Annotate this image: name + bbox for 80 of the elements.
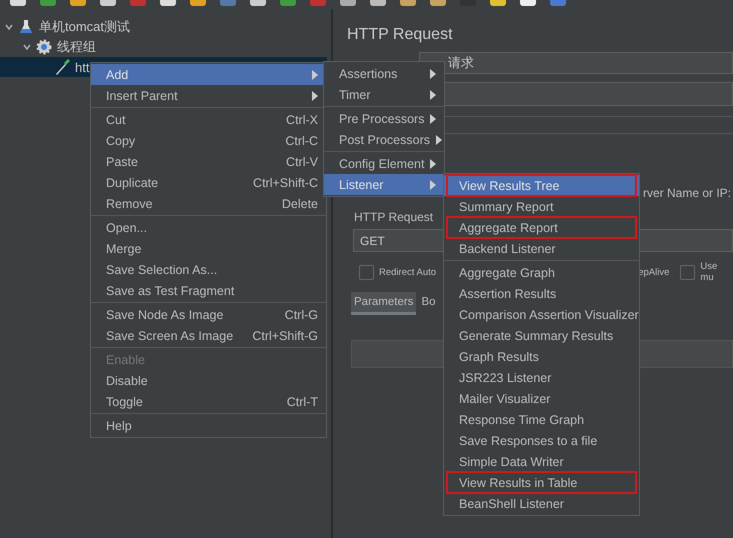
menu-item[interactable]: Merge: [91, 238, 326, 259]
menu-item[interactable]: Open...: [91, 217, 326, 238]
menu-item[interactable]: View Results Tree: [444, 175, 639, 196]
menu-item[interactable]: Cut Ctrl-X: [91, 109, 326, 130]
menu-item[interactable]: Timer: [324, 84, 444, 105]
toolbar-icon[interactable]: [520, 0, 536, 6]
toolbar-icon[interactable]: [430, 0, 446, 6]
menu-item[interactable]: Copy Ctrl-C: [91, 130, 326, 151]
toolbar-icon[interactable]: [400, 0, 416, 6]
menu-item[interactable]: Save Node As Image Ctrl-G: [91, 304, 326, 325]
menu-item[interactable]: Paste Ctrl-V: [91, 151, 326, 172]
menu-item[interactable]: Pre Processors: [324, 108, 444, 129]
menu-item[interactable]: Toggle Ctrl-T: [91, 391, 326, 412]
option-label: Use mu: [700, 261, 718, 283]
chevron-icon[interactable]: [4, 22, 14, 32]
menu-item[interactable]: Comparison Assertion Visualizer: [444, 304, 639, 325]
shortcut-label: Ctrl-X: [286, 112, 318, 126]
submenu-arrow-icon: [430, 114, 436, 124]
toolbar-icon[interactable]: [340, 0, 356, 6]
name-field[interactable]: 请求: [419, 52, 733, 74]
tree-item[interactable]: 线程组: [57, 38, 96, 56]
menu-item[interactable]: BeanShell Listener: [444, 493, 639, 514]
flask-icon: [18, 19, 34, 35]
server-label: rver Name or IP:: [643, 186, 732, 200]
tree-item[interactable]: 单机tomcat测试: [39, 18, 130, 36]
chevron-icon[interactable]: [22, 42, 32, 52]
pipette-icon: [54, 59, 70, 75]
tab[interactable]: Bo: [418, 292, 439, 315]
submenu-arrow-icon: [430, 68, 436, 78]
menu-item[interactable]: Duplicate Ctrl+Shift-C: [91, 172, 326, 193]
submenu-arrow-icon: [430, 158, 436, 168]
submenu-arrow-icon: [436, 134, 442, 144]
toolbar-icon[interactable]: [370, 0, 386, 6]
menu-item[interactable]: JSR223 Listener: [444, 367, 639, 388]
menu-item[interactable]: Summary Report: [444, 196, 639, 217]
menu-item[interactable]: Graph Results: [444, 346, 639, 367]
tab[interactable]: Parameters: [351, 292, 416, 315]
toolbar-icon[interactable]: [100, 0, 116, 6]
menu-item[interactable]: Mailer Visualizer: [444, 388, 639, 409]
menu-item[interactable]: Save Screen As Image Ctrl+Shift-G: [91, 325, 326, 346]
toolbar-icon[interactable]: [250, 0, 266, 6]
menu-item[interactable]: Config Element: [324, 153, 444, 174]
shortcut-label: Ctrl-C: [285, 134, 318, 148]
shortcut-label: Delete: [282, 196, 318, 210]
menu-item[interactable]: Assertion Results: [444, 283, 639, 304]
menu-item[interactable]: Post Processors: [324, 129, 444, 150]
menu-item[interactable]: View Results in Table: [444, 472, 639, 493]
menu-item[interactable]: Disable: [91, 370, 326, 391]
menu-item[interactable]: Listener: [324, 174, 444, 195]
checkbox[interactable]: [359, 264, 374, 280]
shortcut-label: Ctrl-V: [286, 154, 318, 168]
menu-item[interactable]: Response Time Graph: [444, 409, 639, 430]
menu-item[interactable]: Insert Parent: [91, 85, 326, 106]
option-label: Redirect Auto: [379, 266, 436, 278]
checkbox[interactable]: [680, 264, 696, 280]
menu-item[interactable]: Save as Test Fragment: [91, 280, 326, 301]
toolbar-icon[interactable]: [490, 0, 506, 6]
shortcut-label: Ctrl-G: [284, 308, 318, 322]
menu-item[interactable]: Aggregate Graph: [444, 262, 639, 283]
menu-item[interactable]: Remove Delete: [91, 193, 326, 214]
submenu-arrow-icon: [430, 90, 436, 100]
tree-item[interactable]: htt: [75, 60, 90, 74]
toolbar-icon[interactable]: [10, 0, 26, 6]
toolbar-icon[interactable]: [70, 0, 86, 6]
shortcut-label: Ctrl+Shift-C: [253, 176, 318, 190]
submenu-arrow-icon: [430, 180, 436, 190]
menu-item[interactable]: Add: [91, 64, 326, 85]
menu-item[interactable]: Aggregate Report: [444, 217, 639, 238]
menu-item[interactable]: Generate Summary Results: [444, 325, 639, 346]
method-label: HTTP Request: [354, 210, 434, 224]
shortcut-label: Ctrl+Shift-G: [252, 328, 318, 342]
shortcut-label: Ctrl-T: [286, 394, 318, 408]
menu-item[interactable]: Save Responses to a file: [444, 430, 639, 451]
toolbar-icon[interactable]: [160, 0, 176, 6]
menu-item[interactable]: Help: [91, 415, 326, 436]
gear-icon: [36, 39, 52, 55]
panel-title: HTTP Request: [347, 26, 454, 44]
toolbar-icon[interactable]: [190, 0, 206, 6]
menu-item[interactable]: Simple Data Writer: [444, 451, 639, 472]
menu-item[interactable]: Save Selection As...: [91, 259, 326, 280]
